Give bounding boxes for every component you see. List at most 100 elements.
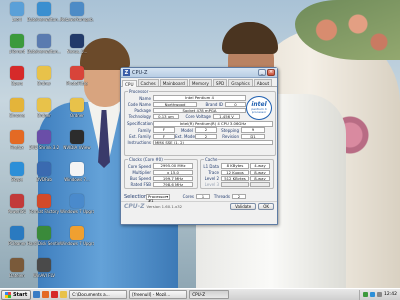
tab-memory[interactable]: Memory xyxy=(188,79,212,86)
desktop-icon[interactable]: Hard Disk Sentinel xyxy=(27,226,61,246)
cache-group: Cache L1 Data 8 KBytes 4-way Trace 12 Ku… xyxy=(200,157,274,189)
corevoltage-label: Core Voltage xyxy=(185,114,211,120)
extmodel-label: Ext. Model xyxy=(175,133,197,139)
app-icon xyxy=(37,226,51,240)
corespeed-value: 2995.00 MHz xyxy=(153,163,193,169)
l2-value: 512 KBytes xyxy=(221,175,249,182)
task-cpuz[interactable]: CPU-Z xyxy=(189,290,230,299)
l3-value xyxy=(221,181,249,188)
start-button[interactable]: Start xyxy=(1,289,32,300)
desktop-icon[interactable]: Ordner xyxy=(27,98,61,118)
corespeed-label: Core Speed xyxy=(127,163,151,169)
processor-group: Processor intel pentium 4 processor Name… xyxy=(124,89,276,156)
app-icon xyxy=(37,130,51,144)
app-icon xyxy=(37,98,51,112)
desktop-icon-label: NVIDIA nView xyxy=(63,145,91,150)
busspeed-value: 199.7 MHz xyxy=(153,175,193,182)
ok-button[interactable]: OK xyxy=(258,202,274,210)
task-explorer[interactable]: C:\Documents a... xyxy=(69,290,128,299)
close-button[interactable]: × xyxy=(267,69,275,76)
desktop-icon-label: DVDFab xyxy=(36,177,52,182)
desktop-icon-label: PowerISO xyxy=(7,209,27,214)
ratedfsb-value: 798.6 MHz xyxy=(153,181,193,188)
volume-icon[interactable] xyxy=(377,292,383,297)
technology-label: Technology xyxy=(128,114,151,120)
desktop-icon[interactable]: Dateiverwaltun... xyxy=(27,34,61,54)
opera-icon[interactable] xyxy=(51,291,59,298)
title-bar[interactable]: Z CPU-Z _ × xyxy=(121,68,277,78)
processor-select[interactable]: Processor #1 ▾ xyxy=(146,193,170,202)
desktop-icon[interactable]: Windows 7 Upgrade xyxy=(60,194,94,214)
tab-caches[interactable]: Caches xyxy=(137,79,159,86)
show-desktop-icon[interactable] xyxy=(33,291,41,298)
desktop-icon-label: Ordner xyxy=(70,113,84,118)
app-icon xyxy=(10,258,24,272)
desktop-icon[interactable]: Dateiverwaltun... xyxy=(27,2,61,22)
codename-value: Northwood xyxy=(153,101,197,107)
app-icon xyxy=(37,66,51,80)
desktop-icon[interactable]: PhotoFiltre xyxy=(60,66,94,86)
l3-way xyxy=(250,181,270,188)
desktop-icon[interactable]: DVD Shrink 3.2 xyxy=(27,130,61,150)
instructions-value: MMX SSE (1, 2) xyxy=(153,139,273,146)
app-icon xyxy=(70,194,84,208)
version-text: Version 1.60.1.x32 xyxy=(146,203,183,209)
desktop-icon[interactable]: Windows 7 Upgrade xyxy=(60,226,94,246)
app-icon xyxy=(10,162,24,176)
tab-spd[interactable]: SPD xyxy=(212,79,228,86)
desktop-icon-label: Format Factory xyxy=(29,209,59,214)
desktop-icon[interactable]: WinAVI FLV xyxy=(27,258,61,278)
selection-label: Selection xyxy=(124,193,148,200)
window-title: CPU-Z xyxy=(132,69,148,76)
technology-value: 0.13 um xyxy=(153,113,179,120)
stepping-label: Stepping xyxy=(221,127,239,133)
package-label: Package xyxy=(134,107,151,113)
threads-value: 2 xyxy=(232,193,246,200)
cpuz-window[interactable]: Z CPU-Z _ × CPU Caches Mainboard Memory … xyxy=(120,67,278,225)
cores-label: Cores xyxy=(182,194,194,199)
trace-value: 12 Kuops xyxy=(221,169,249,175)
app-icon xyxy=(37,258,51,272)
desktop-icon[interactable]: Ordner xyxy=(60,98,94,118)
revision-label: Revision xyxy=(222,133,239,139)
cpuz-brand: CPU-Z xyxy=(124,202,145,210)
tab-graphics[interactable]: Graphics xyxy=(228,79,253,86)
desktop-icon[interactable]: Windows 7... xyxy=(60,162,94,182)
folder-icon[interactable] xyxy=(60,291,68,298)
validate-button[interactable]: Validate xyxy=(230,202,257,210)
trace-label: Trace xyxy=(208,169,219,175)
package-value: Socket 478 mPGA xyxy=(153,107,246,114)
tab-about[interactable]: About xyxy=(253,79,273,86)
desktop-icon-label: Windows 7... xyxy=(64,177,90,182)
desktop-icon[interactable]: Ordner xyxy=(27,66,61,86)
family-value: F xyxy=(153,127,175,133)
desktop-icon[interactable]: Nexus_0... xyxy=(60,34,94,54)
l1-value: 8 KBytes xyxy=(221,163,249,169)
desktop-icon[interactable]: Netzwerkumgeb... xyxy=(60,2,94,22)
desktop-icon[interactable]: Format Factory xyxy=(27,194,61,214)
trace-way: 8-way xyxy=(250,169,270,175)
model-label: Model xyxy=(180,127,193,133)
desktop-icon[interactable]: NVIDIA nView xyxy=(60,130,94,150)
cpuz-app-icon: Z xyxy=(123,69,130,76)
firefox-icon[interactable] xyxy=(42,291,50,298)
tab-cpu[interactable]: CPU xyxy=(122,80,137,87)
app-icon xyxy=(10,2,24,16)
clock[interactable]: 12:42 xyxy=(384,292,397,297)
network-icon[interactable] xyxy=(363,292,369,297)
desktop-icon[interactable]: DVDFab xyxy=(27,162,61,182)
desktop-icon-label: Leoni xyxy=(11,17,23,22)
desktop-icon-label: Ordner xyxy=(37,81,51,86)
desktop-icon-label: Skype xyxy=(10,177,24,182)
task-firefox[interactable]: [freenull] - Mozil... xyxy=(129,290,188,299)
desktop-icon-label: Hard Disk Sentinel xyxy=(27,241,61,246)
codename-label: Code Name xyxy=(127,101,151,107)
app-icon xyxy=(10,226,24,240)
app-icon xyxy=(70,162,84,176)
desktop-icon-label: Dateiverwaltun... xyxy=(27,17,61,22)
tab-mainboard[interactable]: Mainboard xyxy=(159,79,188,86)
skype-tray-icon[interactable] xyxy=(370,292,376,297)
desktop-icon-label: Firefox xyxy=(10,145,24,150)
desktop-icon-label: Chrome xyxy=(9,113,25,118)
minimize-button[interactable]: _ xyxy=(258,69,266,76)
